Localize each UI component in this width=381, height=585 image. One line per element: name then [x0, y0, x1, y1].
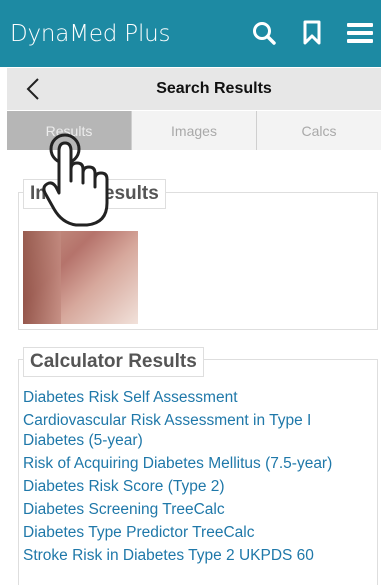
calculator-list: Diabetes Risk Self Assessment Cardiovasc…: [23, 388, 373, 569]
calculator-link[interactable]: Diabetes Screening TreeCalc: [23, 500, 373, 520]
search-icon[interactable]: [249, 18, 279, 48]
calculator-link[interactable]: Risk of Acquiring Diabetes Mellitus (7.5…: [23, 454, 373, 474]
image-result-thumbnail[interactable]: [23, 231, 138, 324]
calculator-link[interactable]: Diabetes Risk Self Assessment: [23, 388, 373, 408]
header-actions: [231, 18, 375, 48]
pointer-hand-icon: [42, 133, 122, 229]
calculator-results-section: Calculator Results Diabetes Risk Self As…: [18, 347, 378, 585]
calculator-results-heading: Calculator Results: [23, 347, 204, 377]
app-header: DynaMed Plus: [0, 0, 381, 67]
results-subheader: Search Results: [7, 68, 381, 110]
tab-images[interactable]: Images: [132, 111, 257, 150]
calculator-link[interactable]: Cardiovascular Risk Assessment in Type I…: [23, 411, 373, 451]
tab-calcs[interactable]: Calcs: [257, 111, 381, 150]
calculator-link[interactable]: Diabetes Risk Score (Type 2): [23, 477, 373, 497]
calculator-link[interactable]: Stroke Risk in Diabetes Type 2 UKPDS 60: [23, 546, 373, 566]
bookmark-icon[interactable]: [297, 18, 327, 48]
brand-logo: DynaMed Plus: [10, 20, 171, 47]
menu-icon[interactable]: [345, 18, 375, 48]
page-title: Search Results: [156, 80, 272, 97]
calculator-link[interactable]: Diabetes Type Predictor TreeCalc: [23, 523, 373, 543]
